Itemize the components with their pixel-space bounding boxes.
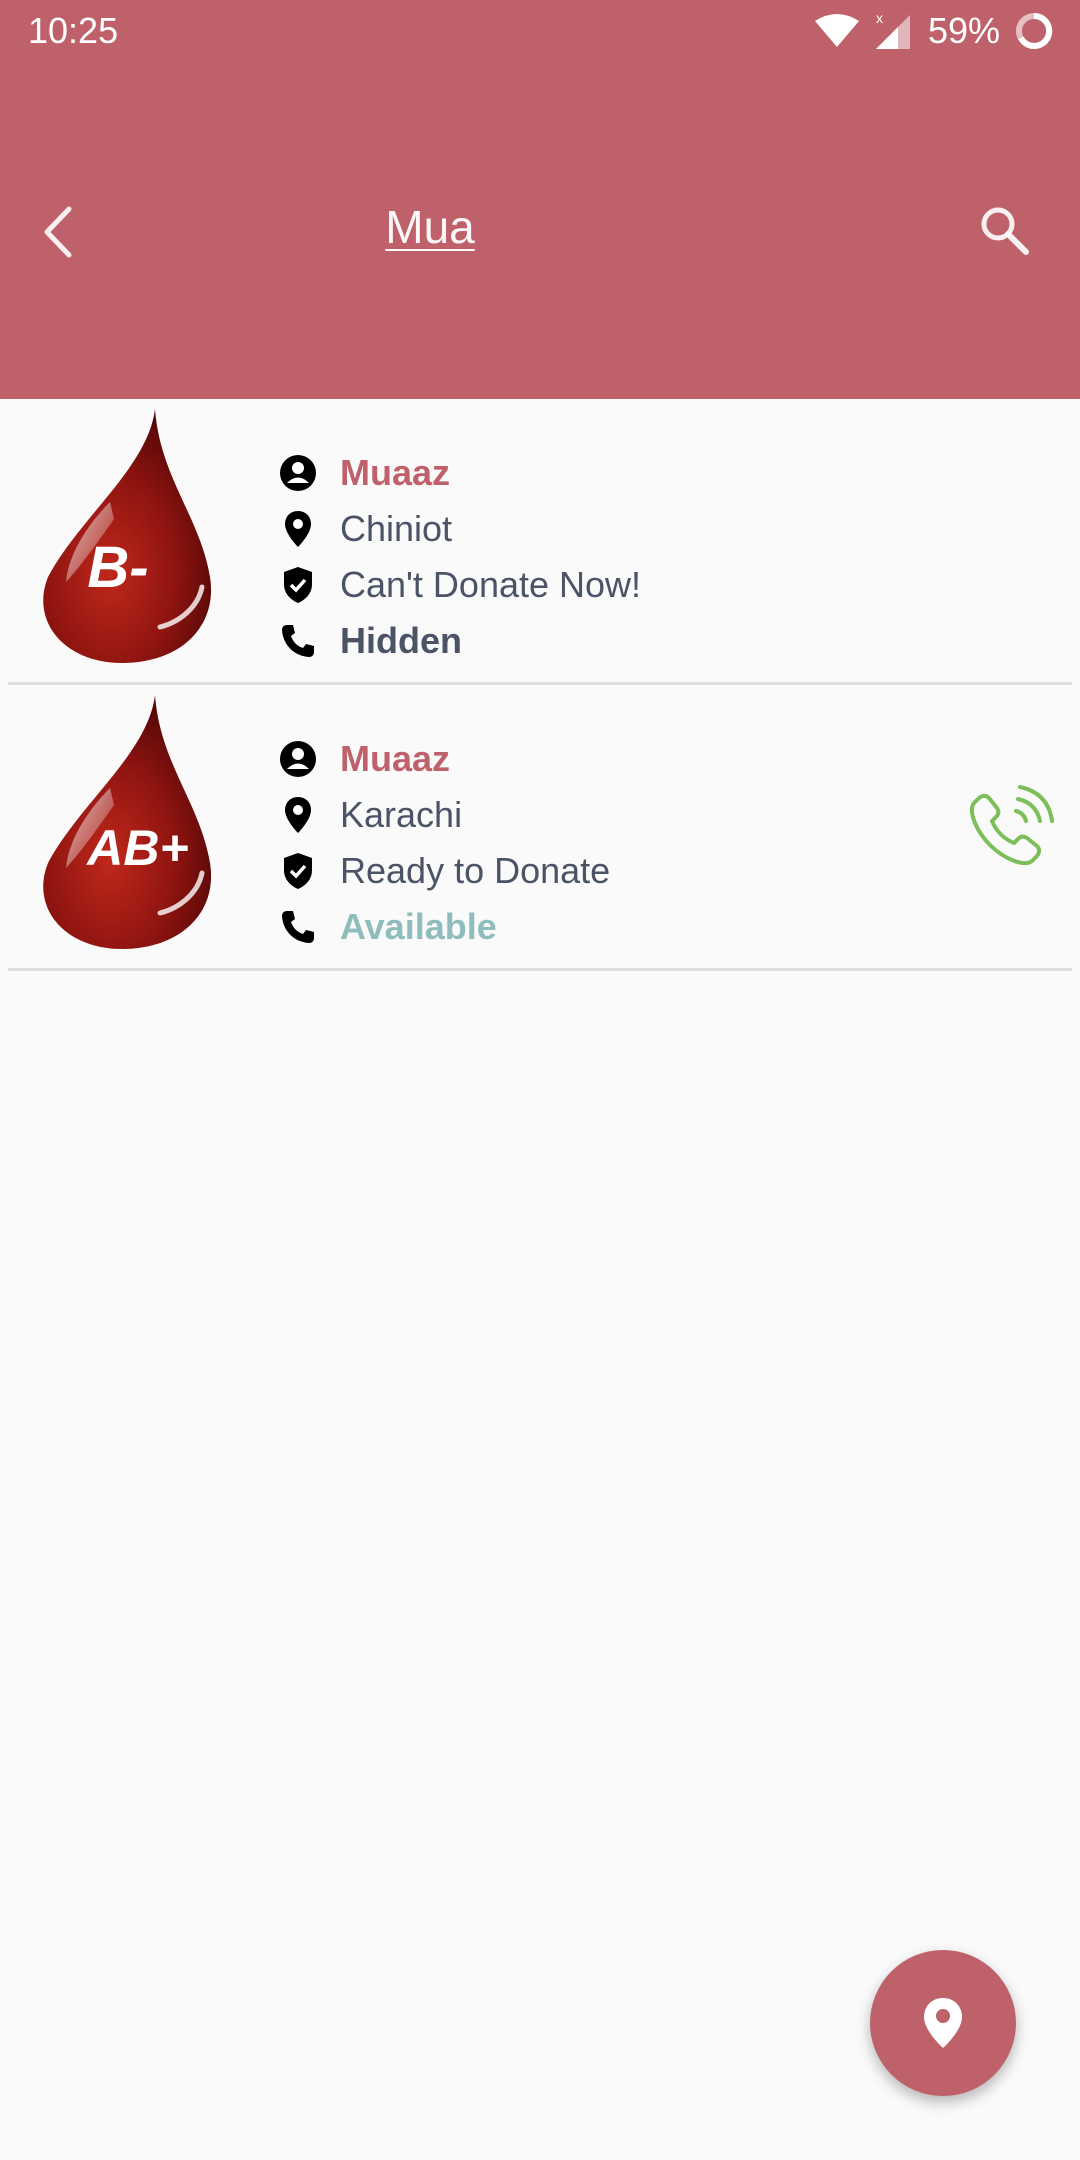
donor-city: Karachi <box>340 794 463 835</box>
donor-name: Muaaz <box>340 452 451 493</box>
search-query-text[interactable]: Mua <box>330 200 530 254</box>
donor-card[interactable]: AB+ Muaaz Karachi Ready to Donate Availa… <box>0 685 1080 971</box>
donor-info: Muaaz Chiniot Can't Donate Now! Hidden <box>278 445 641 669</box>
phone-icon <box>278 621 318 661</box>
donor-card[interactable]: B- Muaaz Chiniot Can't Donate Now! Hidde… <box>0 399 1080 685</box>
blood-drop-icon: B- <box>43 409 212 663</box>
status-bar: 10:25 x 59% <box>0 0 1080 62</box>
location-fab-button[interactable] <box>870 1950 1016 2096</box>
wifi-icon <box>814 13 860 49</box>
donor-list: B- Muaaz Chiniot Can't Donate Now! Hidde… <box>0 399 1080 971</box>
blood-group-label: B- <box>87 535 148 600</box>
donation-status: Ready to Donate <box>340 850 611 891</box>
status-time: 10:25 <box>28 10 119 51</box>
phone-icon <box>278 907 318 947</box>
location-icon <box>278 795 318 835</box>
phone-ringing-icon <box>970 785 1054 865</box>
location-pin-icon <box>924 1998 962 2048</box>
battery-icon <box>1014 11 1054 51</box>
shield-check-icon <box>278 565 318 605</box>
donor-name: Muaaz <box>340 738 451 779</box>
location-icon <box>278 509 318 549</box>
shield-check-icon <box>278 851 318 891</box>
search-icon <box>981 207 1029 255</box>
signal-icon: x <box>874 11 914 51</box>
phone-visibility: Available <box>340 906 497 947</box>
call-button[interactable] <box>964 781 1054 871</box>
divider <box>8 968 1072 971</box>
svg-text:x: x <box>876 11 883 26</box>
donor-info: Muaaz Karachi Ready to Donate Available <box>278 731 610 955</box>
person-icon <box>278 739 318 779</box>
donation-status: Can't Donate Now! <box>340 564 642 605</box>
back-button[interactable] <box>36 200 80 264</box>
chevron-left-icon <box>44 206 72 258</box>
blood-group-label: AB+ <box>85 820 188 876</box>
phone-visibility: Hidden <box>340 620 462 661</box>
battery-percent: 59% <box>927 10 1000 51</box>
person-icon <box>278 453 318 493</box>
blood-drop-icon: AB+ <box>43 695 212 949</box>
app-bar: 10:25 x 59% Mua <box>0 0 1080 399</box>
search-button[interactable] <box>976 202 1032 258</box>
donor-city: Chiniot <box>340 508 453 549</box>
status-icons: x 59% <box>814 8 1054 54</box>
